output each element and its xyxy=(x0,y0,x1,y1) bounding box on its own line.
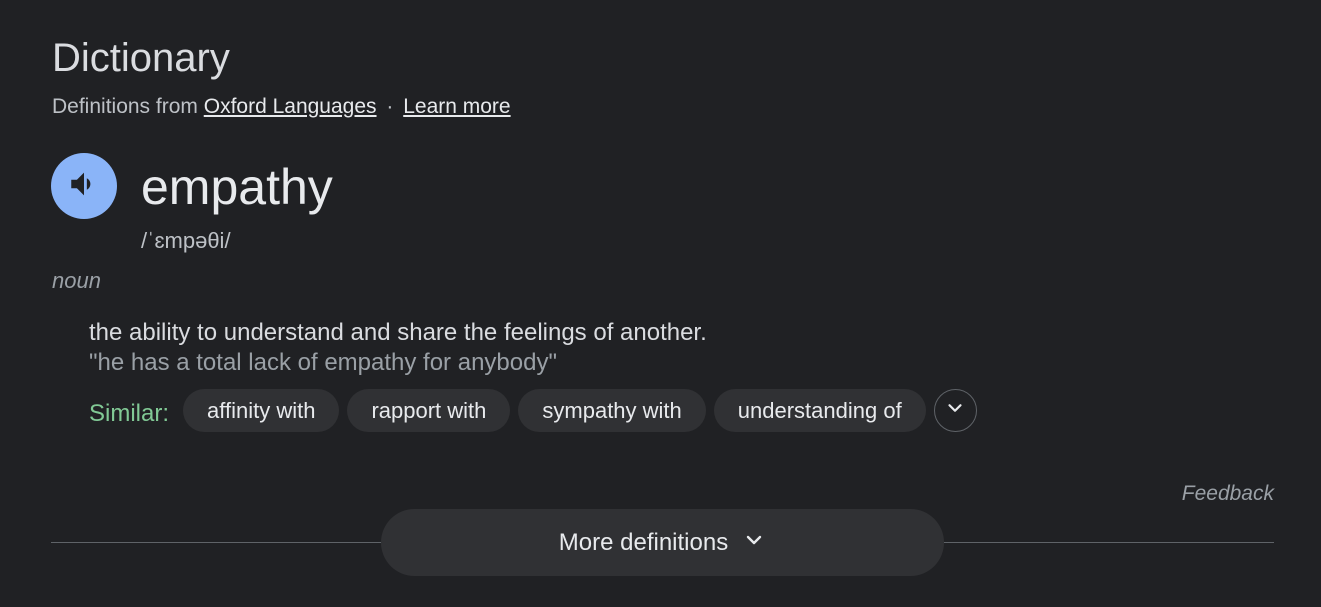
expand-similar-button[interactable] xyxy=(933,389,977,432)
source-separator: · xyxy=(386,95,394,118)
similar-chip-sympathy-with[interactable]: sympathy with xyxy=(518,389,706,432)
more-definitions-button[interactable]: More definitions xyxy=(381,509,944,576)
learn-more-link[interactable]: Learn more xyxy=(403,95,510,118)
pronunciation-button[interactable] xyxy=(51,153,117,219)
definition-text: the ability to understand and share the … xyxy=(89,319,707,346)
feedback-link[interactable]: Feedback xyxy=(1182,482,1274,506)
page-title: Dictionary xyxy=(52,36,230,80)
speaker-icon xyxy=(67,167,101,206)
more-definitions-label: More definitions xyxy=(558,528,729,556)
similar-chip-affinity-with[interactable]: affinity with xyxy=(183,389,340,432)
similar-label: Similar: xyxy=(89,399,170,427)
chevron-down-icon xyxy=(944,397,966,424)
phonetic-spelling: /ˈɛmpəθi/ xyxy=(141,228,231,253)
similar-chip-understanding-of[interactable]: understanding of xyxy=(713,389,926,432)
example-sentence: "he has a total lack of empathy for anyb… xyxy=(89,349,557,376)
source-prefix: Definitions from xyxy=(52,95,198,118)
oxford-languages-link[interactable]: Oxford Languages xyxy=(204,95,377,118)
similar-chip-rapport-with[interactable]: rapport with xyxy=(347,389,511,432)
headword: empathy xyxy=(141,159,333,215)
chevron-down-icon xyxy=(742,528,766,557)
part-of-speech: noun xyxy=(52,268,101,293)
similar-words-row: Similar: affinity with rapport with symp… xyxy=(89,389,977,432)
dictionary-panel: Dictionary Definitions from Oxford Langu… xyxy=(0,0,1321,607)
source-line: Definitions from Oxford Languages · Lear… xyxy=(52,94,511,120)
